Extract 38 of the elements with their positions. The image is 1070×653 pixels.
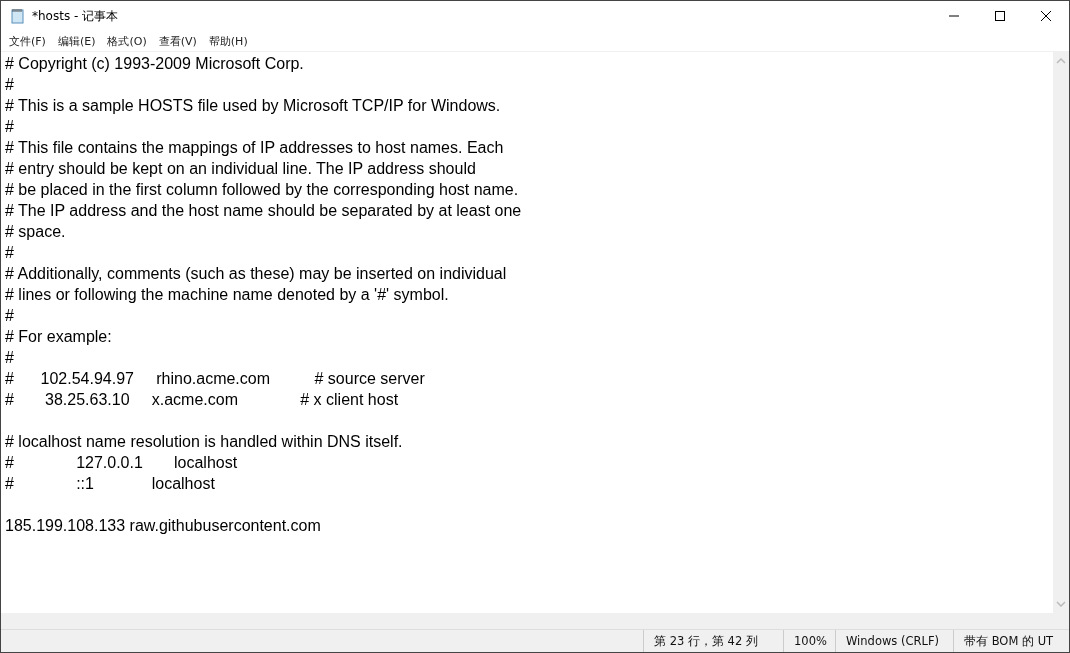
- text-line: #: [5, 117, 15, 137]
- window-title: *hosts - 记事本: [32, 7, 119, 25]
- zoom-level: 100%: [783, 630, 835, 652]
- maximize-icon: [994, 10, 1006, 22]
- text-line: #: [5, 243, 15, 263]
- text-line: # be placed in the first column followed by the corresponding host name.: [5, 180, 520, 200]
- text-line: # This is a sample HOSTS file used by Microsoft TCP/IP for Windows.: [5, 96, 502, 116]
- encoding: 带有 BOM 的 UT: [953, 630, 1069, 652]
- vertical-scrollbar[interactable]: [1053, 52, 1069, 613]
- menu-item[interactable]: 文件(F): [3, 33, 52, 49]
- menu-item[interactable]: 格式(O): [101, 33, 153, 49]
- text-line: # ::1 localhost: [5, 474, 216, 494]
- menu-item[interactable]: 帮助(H): [202, 33, 254, 49]
- text-line: 185.199.108.133 raw.githubusercontent.com: [5, 516, 322, 536]
- scroll-up-icon[interactable]: [1056, 58, 1066, 64]
- text-line: # For example:: [5, 327, 113, 347]
- notepad-icon: [10, 8, 26, 24]
- menu-item[interactable]: 查看(V): [152, 33, 203, 49]
- line-ending: Windows (CRLF): [835, 630, 953, 652]
- text-line: # entry should be kept on an individual line. The IP address should: [5, 159, 477, 179]
- close-icon: [1040, 10, 1052, 22]
- text-line: # This file contains the mappings of IP addresses to host names. Each: [5, 138, 505, 158]
- text-line: # 38.25.63.10 x.acme.com # x client host: [5, 390, 400, 410]
- cursor-position: 第 23 行，第 42 列: [643, 630, 783, 652]
- text-line: # Additionally, comments (such as these) may be inserted on individual: [5, 264, 508, 284]
- text-line: #: [5, 75, 15, 95]
- menu-item[interactable]: 编辑(E): [51, 33, 102, 49]
- text-line: # localhost name resolution is handled within DNS itself.: [5, 432, 404, 452]
- scroll-down-icon[interactable]: [1056, 601, 1066, 607]
- text-line: # The IP address and the host name should be separated by at least one: [5, 201, 523, 221]
- text-line: # Copyright (c) 1993-2009 Microsoft Corp.: [5, 54, 305, 74]
- text-line: #: [5, 348, 15, 368]
- text-line: #: [5, 306, 15, 326]
- text-line: # 102.54.94.97 rhino.acme.com # source server: [5, 369, 426, 389]
- horizontal-scrollbar[interactable]: [1, 613, 1069, 629]
- text-line: # 127.0.0.1 localhost: [5, 453, 239, 473]
- text-line: # lines or following the machine name denoted by a '#' symbol.: [5, 285, 450, 305]
- text-line: # space.: [5, 222, 67, 242]
